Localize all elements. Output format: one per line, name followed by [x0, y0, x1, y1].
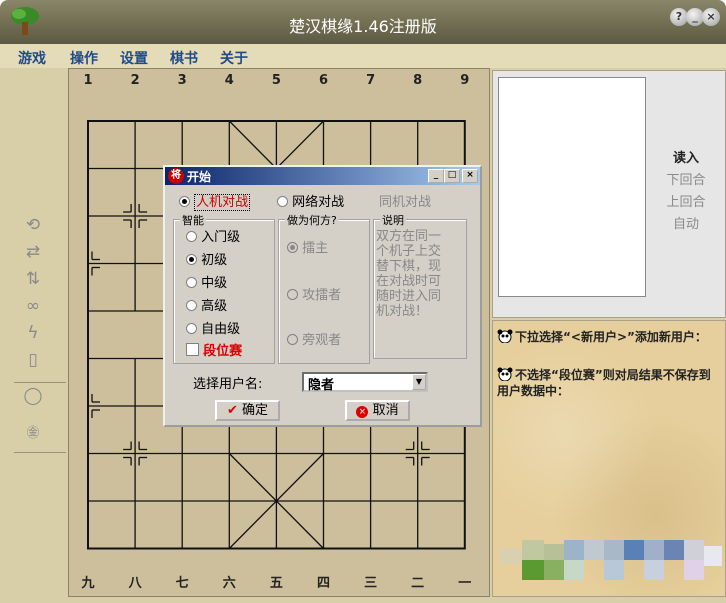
dialog-close-button[interactable]: × — [462, 169, 478, 183]
file-label-bottom: 二 — [411, 576, 425, 591]
move-panel: 读入 下回合 上回合 自动 — [492, 70, 726, 318]
radio-icon — [277, 196, 288, 207]
general-piece-icon[interactable]: ㊎ — [10, 422, 56, 450]
level-beginner[interactable]: 入门级 — [186, 226, 240, 245]
mode-human-vs-ai[interactable]: 人机对战 — [179, 191, 251, 211]
dialog-title-bar[interactable]: 将 开始 _ □ × — [165, 167, 480, 185]
mode-same-machine[interactable]: 同机对战 — [379, 191, 431, 210]
radio-icon — [287, 242, 298, 253]
file-label-bottom: 一 — [458, 576, 472, 591]
rotate-icon[interactable]: ⟲ — [10, 215, 56, 243]
level-intermediate[interactable]: 中级 — [186, 272, 227, 291]
mosaic-watermark-icon — [500, 540, 722, 580]
file-label-top: 8 — [413, 73, 423, 88]
checkbox-icon — [186, 343, 199, 356]
radio-icon — [186, 254, 197, 265]
mode-network[interactable]: 网络对战 — [277, 191, 344, 210]
cancel-button[interactable]: × 取消 — [345, 400, 410, 421]
flip-icon[interactable]: ⇅ — [10, 269, 56, 297]
menu-game[interactable]: 游戏 — [18, 48, 46, 68]
role-challenger[interactable]: 攻擂者 — [287, 284, 341, 303]
file-label-bottom: 六 — [222, 576, 236, 591]
file-label-top: 6 — [318, 73, 329, 88]
dialog-title: 开始 — [187, 170, 212, 184]
radio-icon — [287, 289, 298, 300]
radio-icon — [186, 300, 197, 311]
role-defender[interactable]: 擂主 — [287, 237, 328, 256]
toolbar-divider — [14, 382, 66, 383]
swap-icon[interactable]: ⇄ — [10, 242, 56, 270]
file-label-bottom: 三 — [364, 576, 378, 591]
file-label-top: 1 — [83, 73, 93, 88]
file-label-bottom: 七 — [175, 576, 189, 591]
radio-icon — [186, 231, 197, 242]
file-label-top: 7 — [366, 73, 376, 88]
chain-icon[interactable]: ∞ — [10, 296, 56, 324]
file-label-top: 9 — [460, 73, 470, 88]
message-item: 下拉选择“<新用户>”添加新用户： — [497, 329, 719, 345]
prev-move-button[interactable]: 上回合 — [653, 191, 719, 210]
level-advanced[interactable]: 高级 — [186, 295, 227, 314]
message-item: 不选择“段位赛”则对局结果不保存到用户数据中： — [497, 367, 719, 399]
file-label-bottom: 八 — [128, 576, 142, 591]
dialog-minimize-button[interactable]: _ — [428, 169, 444, 183]
panda-icon — [497, 329, 513, 343]
file-label-top: 2 — [130, 73, 140, 88]
cancel-icon: × — [356, 406, 369, 418]
page-icon[interactable]: ▯ — [10, 350, 56, 378]
checkmark-icon: ✔ — [226, 403, 238, 418]
left-toolbar: ⟲ ⇄ ⇅ ∞ ϟ ▯ ◯ ㊎ — [10, 70, 68, 590]
description-group: 说明 双方在同一个机子上交替下棋，现在对战时可随时进入同机对战！ — [373, 212, 467, 359]
file-label-bottom: 九 — [81, 576, 95, 591]
file-label-top: 4 — [224, 73, 234, 88]
level-elementary[interactable]: 初级 — [186, 249, 227, 268]
start-dialog: 将 开始 _ □ × 人机对战 网络对战 同机对战 智能 入门级 初级 中级 高… — [163, 165, 482, 427]
move-list[interactable] — [498, 77, 646, 297]
auto-button[interactable]: 自动 — [653, 213, 719, 232]
menu-settings[interactable]: 设置 — [120, 48, 148, 68]
circle-icon[interactable]: ◯ — [10, 386, 56, 414]
ai-level-group: 智能 入门级 初级 中级 高级 自由级 段位赛 — [173, 212, 275, 364]
message-text: 下拉选择“<新用户>”添加新用户： — [515, 330, 707, 344]
radio-icon — [186, 277, 197, 288]
message-text: 不选择“段位赛”则对局结果不保存到用户数据中： — [497, 368, 711, 398]
lightning-icon[interactable]: ϟ — [10, 323, 56, 351]
menu-about[interactable]: 关于 — [220, 48, 248, 68]
panda-icon — [497, 367, 513, 381]
user-name-label: 选择用户名: — [193, 377, 263, 392]
radio-icon — [179, 196, 190, 207]
file-label-top: 3 — [177, 73, 187, 88]
toolbar-divider — [14, 452, 66, 453]
file-label-top: 5 — [271, 73, 281, 88]
file-label-bottom: 四 — [316, 576, 330, 591]
file-label-bottom: 五 — [269, 576, 283, 591]
main-window: 楚汉棋缘1.46注册版 ? _ × 游戏 操作 设置 棋书 关于 ⟲ ⇄ ⇅ ∞… — [0, 0, 726, 603]
level-free[interactable]: 自由级 — [186, 318, 240, 337]
title-bar[interactable]: 楚汉棋缘1.46注册版 ? _ × — [0, 0, 726, 44]
next-move-button[interactable]: 下回合 — [653, 169, 719, 188]
radio-icon — [287, 334, 298, 345]
menu-bar: 游戏 操作 设置 棋书 关于 — [0, 44, 726, 68]
dialog-maximize-button[interactable]: □ — [444, 169, 460, 183]
menu-chess-books[interactable]: 棋书 — [170, 48, 198, 68]
radio-icon — [186, 323, 197, 334]
menu-operate[interactable]: 操作 — [70, 48, 98, 68]
rank-match-checkbox[interactable]: 段位赛 — [186, 340, 242, 359]
chevron-down-icon[interactable]: ▼ — [412, 374, 426, 390]
window-title: 楚汉棋缘1.46注册版 — [289, 17, 437, 36]
load-button[interactable]: 读入 — [653, 147, 719, 166]
general-icon: 将 — [168, 168, 184, 184]
role-spectator[interactable]: 旁观者 — [287, 329, 341, 348]
description-text: 双方在同一个机子上交替下棋，现在对战时可随时进入同机对战！ — [376, 229, 442, 319]
user-name-select[interactable]: 隐者 ▼ — [302, 372, 428, 393]
ok-button[interactable]: ✔ 确定 — [215, 400, 280, 421]
role-group: 做为何方? 擂主 攻擂者 旁观者 — [278, 212, 370, 364]
close-button[interactable]: × — [702, 8, 720, 26]
